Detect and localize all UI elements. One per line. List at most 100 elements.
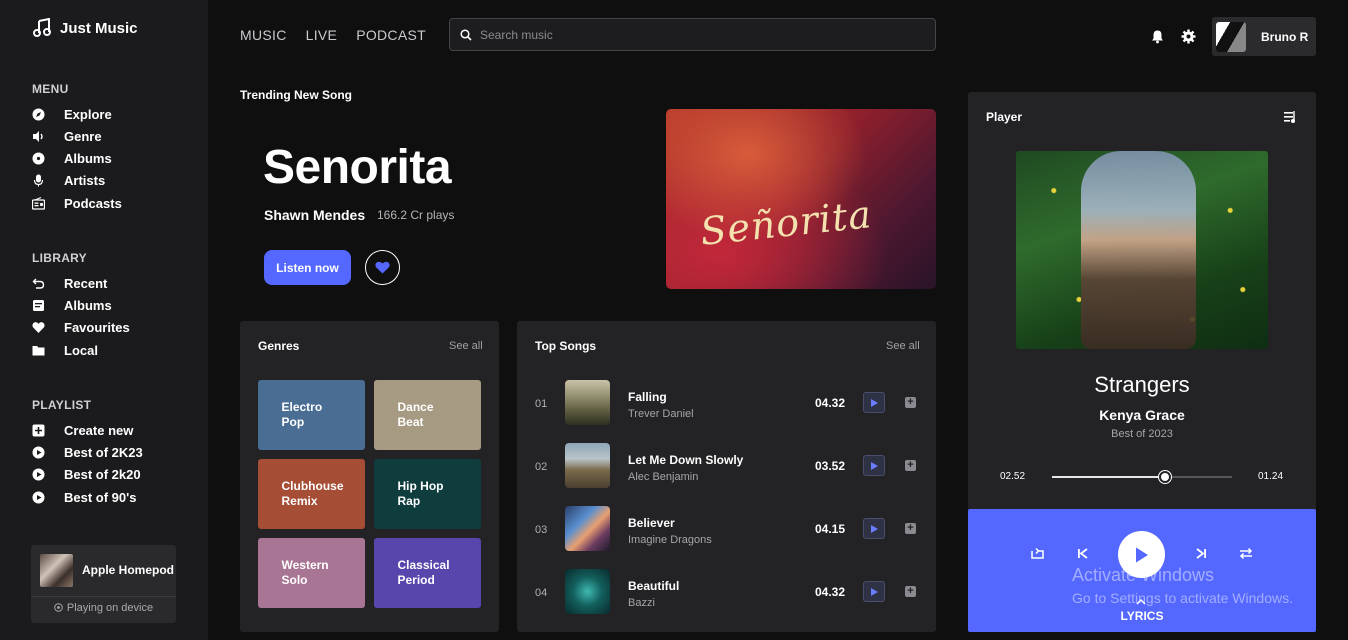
add-to-playlist-button[interactable]: +: [905, 523, 916, 534]
seek-bar-fill: [1052, 476, 1166, 478]
skip-forward-icon: [1196, 548, 1206, 559]
sidebar-item-best-of-90s[interactable]: Best of 90's: [32, 490, 136, 505]
table-row[interactable]: 03 Believer Imagine Dragons 04.15 +: [535, 506, 920, 552]
genre-card-clubhouse-remix[interactable]: Clubhouse Remix: [258, 459, 365, 529]
add-to-playlist-button[interactable]: +: [905, 460, 916, 471]
trending-title: Senorita: [263, 141, 452, 194]
play-circle-icon: [32, 491, 45, 504]
sidebar-item-favourites[interactable]: Favourites: [32, 320, 130, 335]
genre-card-dance-beat[interactable]: Dance Beat: [374, 380, 481, 450]
sidebar-item-label: Genre: [64, 129, 102, 144]
app-logo[interactable]: Just Music: [32, 18, 138, 38]
cover-art-title: Señorita: [698, 192, 874, 254]
play-circle-icon: [32, 468, 45, 481]
genre-card-western-solo[interactable]: Western Solo: [258, 538, 365, 608]
tab-music[interactable]: MUSIC: [240, 27, 287, 43]
radio-icon: [32, 197, 45, 210]
previous-button[interactable]: [1077, 548, 1088, 559]
favorite-button[interactable]: [365, 250, 400, 285]
player-panel: Player Strangers Kenya Grace Best of 202…: [968, 92, 1316, 512]
sidebar-item-recent[interactable]: Recent: [32, 276, 107, 291]
skip-back-icon: [1078, 548, 1088, 559]
playback-controls: LYRICS: [968, 509, 1316, 632]
now-playing-title: Strangers: [1094, 372, 1190, 397]
trending-plays: 166.2 Cr plays: [377, 208, 455, 222]
song-artist: Bazzi: [628, 597, 655, 609]
song-duration: 03.52: [815, 459, 846, 473]
add-to-playlist-button[interactable]: +: [905, 586, 916, 597]
repeat-button[interactable]: [1030, 547, 1045, 560]
tab-podcast[interactable]: PODCAST: [356, 27, 426, 43]
seek-handle[interactable]: [1159, 471, 1172, 483]
genre-card-classical-period[interactable]: Classical Period: [374, 538, 481, 608]
top-songs-see-all-link[interactable]: See all: [886, 340, 920, 352]
table-row[interactable]: 02 Let Me Down Slowly Alec Benjamin 03.5…: [535, 443, 920, 489]
genre-label: Classical Period: [397, 558, 450, 587]
sidebar-item-best-of-2k20[interactable]: Best of 2k20: [32, 467, 141, 482]
bell-icon[interactable]: [1150, 29, 1165, 44]
genre-label: Dance Beat: [397, 400, 434, 429]
sidebar-item-label: Artists: [64, 173, 106, 188]
seek-bar[interactable]: [1052, 471, 1232, 483]
chevron-up-icon[interactable]: [1136, 599, 1146, 605]
sidebar-item-label: Recent: [64, 276, 108, 291]
play-song-button[interactable]: [863, 518, 885, 539]
trending-label: Trending New Song: [240, 88, 353, 102]
shuffle-button[interactable]: [1239, 547, 1253, 560]
sidebar-item-library-albums[interactable]: Albums: [32, 298, 112, 313]
search-input[interactable]: [480, 27, 920, 42]
library-section-title: LIBRARY: [32, 251, 87, 265]
menu-section-title: MENU: [32, 82, 69, 96]
song-number: 04: [535, 587, 548, 599]
user-name: Bruno R: [1261, 30, 1309, 44]
queue-icon[interactable]: [1284, 111, 1297, 123]
playlist-section-title: PLAYLIST: [32, 398, 92, 412]
now-playing-album: Best of 2023: [1111, 428, 1173, 440]
user-profile-button[interactable]: Bruno R: [1212, 17, 1316, 56]
sidebar-item-podcasts[interactable]: Podcasts: [32, 196, 122, 211]
sidebar-item-label: Best of 2k20: [64, 467, 141, 482]
add-to-playlist-button[interactable]: +: [905, 397, 916, 408]
microphone-icon: [32, 174, 45, 187]
song-duration: 04.32: [815, 585, 846, 599]
lyrics-button[interactable]: LYRICS: [968, 609, 1316, 623]
tab-live[interactable]: LIVE: [306, 27, 338, 43]
sidebar-item-genre[interactable]: Genre: [32, 129, 102, 144]
song-cover: [565, 380, 610, 425]
trending-artist[interactable]: Shawn Mendes: [264, 207, 365, 223]
play-song-button[interactable]: [863, 392, 885, 413]
table-row[interactable]: 01 Falling Trever Daniel 04.32 +: [535, 380, 920, 426]
play-icon: [870, 398, 878, 407]
sidebar-item-best-of-2k23[interactable]: Best of 2K23: [32, 445, 143, 460]
play-song-button[interactable]: [863, 581, 885, 602]
sidebar-item-albums[interactable]: Albums: [32, 151, 112, 166]
play-pause-button[interactable]: [1118, 531, 1165, 578]
genre-card-hip-hop-rap[interactable]: Hip Hop Rap: [374, 459, 481, 529]
song-cover: [565, 569, 610, 614]
avatar: [1216, 22, 1246, 52]
device-card[interactable]: Apple Homepod Playing on device: [31, 545, 176, 623]
song-number: 03: [535, 524, 548, 536]
sidebar-item-create-new[interactable]: Create new: [32, 423, 133, 438]
device-status-text: Playing on device: [66, 602, 154, 614]
gear-icon[interactable]: [1181, 29, 1196, 44]
trending-cover-art[interactable]: Señorita: [666, 109, 936, 289]
sidebar-item-explore[interactable]: Explore: [32, 107, 112, 122]
listen-now-button[interactable]: Listen now: [264, 250, 351, 285]
table-row[interactable]: 04 Beautiful Bazzi 04.32 +: [535, 569, 920, 615]
song-duration: 04.32: [815, 396, 846, 410]
song-title: Falling: [628, 390, 667, 404]
play-song-button[interactable]: [863, 455, 885, 476]
genres-see-all-link[interactable]: See all: [449, 340, 483, 352]
play-icon: [870, 524, 878, 533]
search-bar: [449, 18, 936, 51]
genre-card-electro-pop[interactable]: Electro Pop: [258, 380, 365, 450]
sidebar-item-artists[interactable]: Artists: [32, 173, 105, 188]
next-button[interactable]: [1196, 548, 1207, 559]
sidebar-item-local[interactable]: Local: [32, 343, 98, 358]
plus-square-icon: [32, 424, 45, 437]
genres-title: Genres: [258, 339, 300, 353]
play-icon: [870, 461, 878, 470]
app-name: Just Music: [60, 19, 138, 37]
shuffle-icon: [1239, 547, 1253, 560]
